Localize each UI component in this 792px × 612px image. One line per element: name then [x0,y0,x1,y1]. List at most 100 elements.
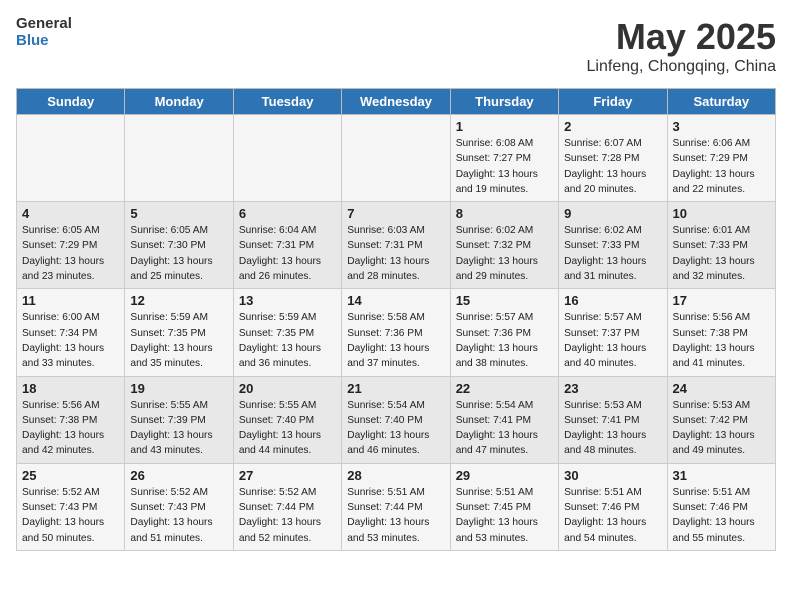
calendar-day-cell: 17 Sunrise: 5:56 AM Sunset: 7:38 PM Dayli… [667,289,775,376]
weekday-header-wednesday: Wednesday [342,89,450,115]
calendar-week-row: 18 Sunrise: 5:56 AM Sunset: 7:38 PM Dayli… [17,376,776,463]
calendar-week-row: 11 Sunrise: 6:00 AM Sunset: 7:34 PM Dayli… [17,289,776,376]
calendar-day-cell: 2Sunrise: 6:07 AM Sunset: 7:28 PM Daylig… [559,115,667,202]
calendar-day-cell: 24Sunrise: 5:53 AM Sunset: 7:42 PM Dayli… [667,376,775,463]
day-number: 25 [22,468,119,483]
weekday-header-saturday: Saturday [667,89,775,115]
day-detail: Sunrise: 5:52 AM Sunset: 7:44 PM Dayligh… [239,485,336,546]
day-detail: Sunrise: 5:54 AM Sunset: 7:40 PM Dayligh… [347,398,444,459]
calendar-week-row: 25 Sunrise: 5:52 AM Sunset: 7:43 PM Dayli… [17,463,776,550]
logo-blue-text: Blue [16,33,72,50]
day-number: 10 [673,206,770,221]
day-number: 29 [456,468,553,483]
calendar-day-cell: 15 Sunrise: 5:57 AM Sunset: 7:36 PM Dayli… [450,289,558,376]
calendar-day-cell: 29 Sunrise: 5:51 AM Sunset: 7:45 PM Dayli… [450,463,558,550]
calendar-day-cell: 25Sunrise: 5:52 AM Sunset: 7:43 PM Dayli… [17,463,125,550]
calendar-day-cell: 9 Sunrise: 6:02 AM Sunset: 7:33 PM Daylig… [559,202,667,289]
day-number: 1 [456,119,553,134]
calendar-day-cell: 8 Sunrise: 6:02 AM Sunset: 7:32 PM Daylig… [450,202,558,289]
day-detail: Sunrise: 5:56 AM Sunset: 7:38 PM Dayligh… [22,398,119,459]
calendar-day-cell: 10 Sunrise: 6:01 AM Sunset: 7:33 PM Dayli… [667,202,775,289]
calendar-day-cell: 12Sunrise: 5:59 AM Sunset: 7:35 PM Dayli… [125,289,233,376]
day-detail: Sunrise: 5:59 AM Sunset: 7:35 PM Dayligh… [239,310,336,371]
day-detail: Sunrise: 5:51 AM Sunset: 7:46 PM Dayligh… [564,485,661,546]
day-detail: Sunrise: 6:08 AM Sunset: 7:27 PM Dayligh… [456,136,553,197]
calendar-day-cell: 30Sunrise: 5:51 AM Sunset: 7:46 PM Dayli… [559,463,667,550]
calendar-day-cell: 7 Sunrise: 6:03 AM Sunset: 7:31 PM Daylig… [342,202,450,289]
day-number: 14 [347,293,444,308]
day-detail: Sunrise: 6:00 AM Sunset: 7:34 PM Dayligh… [22,310,119,371]
day-number: 16 [564,293,661,308]
day-number: 11 [22,293,119,308]
day-number: 5 [130,206,227,221]
calendar-day-cell: 3Sunrise: 6:06 AM Sunset: 7:29 PM Daylig… [667,115,775,202]
day-detail: Sunrise: 5:57 AM Sunset: 7:36 PM Dayligh… [456,310,553,371]
day-number: 15 [456,293,553,308]
day-detail: Sunrise: 6:02 AM Sunset: 7:32 PM Dayligh… [456,223,553,284]
day-detail: Sunrise: 5:51 AM Sunset: 7:45 PM Dayligh… [456,485,553,546]
day-number: 24 [673,381,770,396]
weekday-header-monday: Monday [125,89,233,115]
day-detail: Sunrise: 5:52 AM Sunset: 7:43 PM Dayligh… [130,485,227,546]
day-number: 19 [130,381,227,396]
logo: General Blue [16,16,72,49]
month-year-title: May 2025 [587,16,776,58]
calendar-day-cell: 18 Sunrise: 5:56 AM Sunset: 7:38 PM Dayli… [17,376,125,463]
day-number: 9 [564,206,661,221]
day-detail: Sunrise: 5:56 AM Sunset: 7:38 PM Dayligh… [673,310,770,371]
calendar-day-cell: 4 Sunrise: 6:05 AM Sunset: 7:29 PM Daylig… [17,202,125,289]
calendar-day-cell: 19Sunrise: 5:55 AM Sunset: 7:39 PM Dayli… [125,376,233,463]
day-number: 18 [22,381,119,396]
weekday-header-row: SundayMondayTuesdayWednesdayThursdayFrid… [17,89,776,115]
calendar-day-cell: 26Sunrise: 5:52 AM Sunset: 7:43 PM Dayli… [125,463,233,550]
calendar-day-cell: 20Sunrise: 5:55 AM Sunset: 7:40 PM Dayli… [233,376,341,463]
day-detail: Sunrise: 6:01 AM Sunset: 7:33 PM Dayligh… [673,223,770,284]
day-detail: Sunrise: 6:04 AM Sunset: 7:31 PM Dayligh… [239,223,336,284]
day-detail: Sunrise: 6:05 AM Sunset: 7:30 PM Dayligh… [130,223,227,284]
day-number: 4 [22,206,119,221]
day-number: 6 [239,206,336,221]
calendar-day-cell: 27 Sunrise: 5:52 AM Sunset: 7:44 PM Dayli… [233,463,341,550]
calendar-day-cell: 23Sunrise: 5:53 AM Sunset: 7:41 PM Dayli… [559,376,667,463]
day-number: 8 [456,206,553,221]
calendar-day-cell: 13 Sunrise: 5:59 AM Sunset: 7:35 PM Dayli… [233,289,341,376]
day-number: 28 [347,468,444,483]
day-number: 22 [456,381,553,396]
day-detail: Sunrise: 5:51 AM Sunset: 7:44 PM Dayligh… [347,485,444,546]
calendar-day-cell [17,115,125,202]
title-block: May 2025 Linfeng, Chongqing, China [587,16,776,76]
day-detail: Sunrise: 6:02 AM Sunset: 7:33 PM Dayligh… [564,223,661,284]
day-number: 21 [347,381,444,396]
calendar-day-cell: 14Sunrise: 5:58 AM Sunset: 7:36 PM Dayli… [342,289,450,376]
day-number: 13 [239,293,336,308]
day-number: 12 [130,293,227,308]
calendar-day-cell: 6 Sunrise: 6:04 AM Sunset: 7:31 PM Daylig… [233,202,341,289]
day-detail: Sunrise: 6:06 AM Sunset: 7:29 PM Dayligh… [673,136,770,197]
day-number: 31 [673,468,770,483]
calendar-day-cell [125,115,233,202]
day-number: 27 [239,468,336,483]
day-detail: Sunrise: 5:57 AM Sunset: 7:37 PM Dayligh… [564,310,661,371]
weekday-header-thursday: Thursday [450,89,558,115]
calendar-week-row: 1 Sunrise: 6:08 AM Sunset: 7:27 PM Daylig… [17,115,776,202]
weekday-header-tuesday: Tuesday [233,89,341,115]
calendar-day-cell [342,115,450,202]
calendar-day-cell: 16 Sunrise: 5:57 AM Sunset: 7:37 PM Dayli… [559,289,667,376]
calendar-day-cell: 21 Sunrise: 5:54 AM Sunset: 7:40 PM Dayli… [342,376,450,463]
calendar-day-cell [233,115,341,202]
calendar-day-cell: 1 Sunrise: 6:08 AM Sunset: 7:27 PM Daylig… [450,115,558,202]
day-number: 7 [347,206,444,221]
calendar-day-cell: 31Sunrise: 5:51 AM Sunset: 7:46 PM Dayli… [667,463,775,550]
calendar-day-cell: 22 Sunrise: 5:54 AM Sunset: 7:41 PM Dayli… [450,376,558,463]
day-number: 23 [564,381,661,396]
calendar-table: SundayMondayTuesdayWednesdayThursdayFrid… [16,88,776,551]
day-detail: Sunrise: 6:07 AM Sunset: 7:28 PM Dayligh… [564,136,661,197]
day-number: 17 [673,293,770,308]
calendar-week-row: 4 Sunrise: 6:05 AM Sunset: 7:29 PM Daylig… [17,202,776,289]
day-detail: Sunrise: 5:54 AM Sunset: 7:41 PM Dayligh… [456,398,553,459]
weekday-header-friday: Friday [559,89,667,115]
day-detail: Sunrise: 6:05 AM Sunset: 7:29 PM Dayligh… [22,223,119,284]
calendar-day-cell: 5 Sunrise: 6:05 AM Sunset: 7:30 PM Daylig… [125,202,233,289]
calendar-day-cell: 11 Sunrise: 6:00 AM Sunset: 7:34 PM Dayli… [17,289,125,376]
day-detail: Sunrise: 6:03 AM Sunset: 7:31 PM Dayligh… [347,223,444,284]
